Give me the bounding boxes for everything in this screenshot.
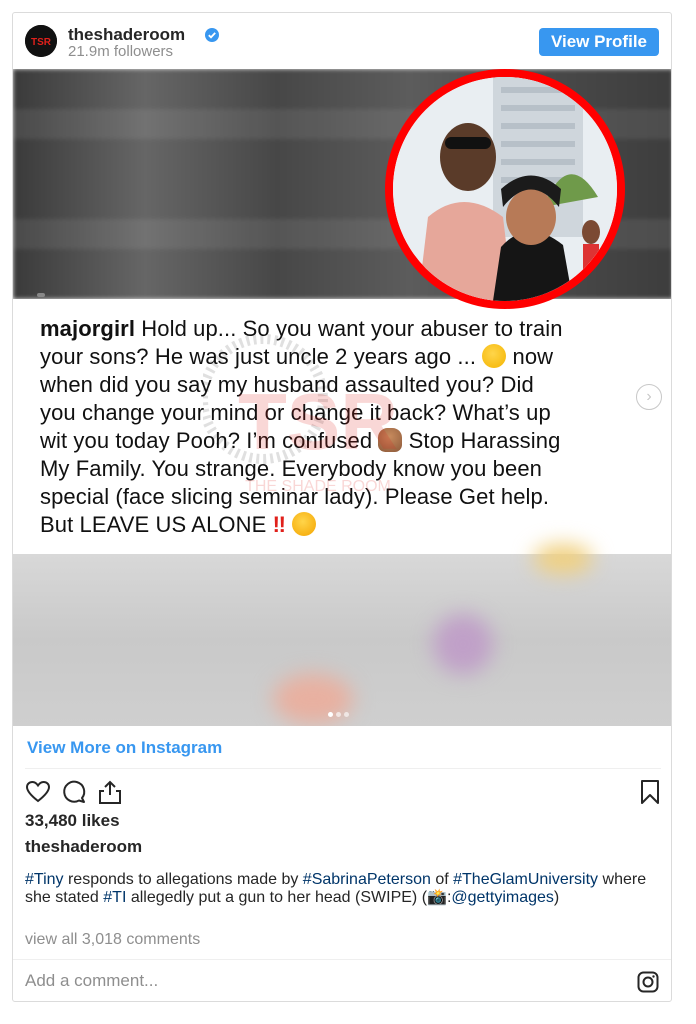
hashtag-link[interactable]: #TheGlamUniversity xyxy=(453,871,598,888)
view-more-link[interactable]: View More on Instagram xyxy=(27,738,222,758)
comment-line-8: But LEAVE US ALONE xyxy=(40,512,267,537)
post-media-carousel[interactable]: majorgirl Hold up... So you want your ab… xyxy=(13,69,671,726)
divider xyxy=(25,768,661,769)
comment-line-1: Hold up... So you want your abuser to tr… xyxy=(141,316,563,341)
avatar[interactable]: TSR xyxy=(25,25,57,57)
carousel-indicator xyxy=(328,704,352,717)
caption-username[interactable]: theshaderoom xyxy=(25,837,142,857)
caption-text-segment: of xyxy=(430,871,454,888)
kiss-face-icon xyxy=(292,512,317,536)
username-link[interactable]: theshaderoom xyxy=(68,25,185,45)
next-slide-button[interactable]: › xyxy=(636,384,662,410)
caption-text-segment: responds to allegations made by xyxy=(63,871,303,888)
action-bar xyxy=(25,779,661,805)
screenshot-comment-text: majorgirl Hold up... So you want your ab… xyxy=(40,315,655,539)
circle-inset-photo xyxy=(385,69,625,309)
thinking-face-icon xyxy=(482,344,507,368)
comment-line-4: you change your mind or change it back? … xyxy=(40,400,551,425)
carousel-dot xyxy=(344,712,349,717)
comment-line-5: wit you today Pooh? I’m confused xyxy=(40,428,373,453)
view-profile-button[interactable]: View Profile xyxy=(538,28,659,56)
caption-text-segment: ) xyxy=(553,889,560,906)
cropped-text-fragment xyxy=(37,293,45,297)
hashtag-link[interactable]: #Tiny xyxy=(25,871,64,888)
hashtag-link[interactable]: #TI xyxy=(103,889,126,906)
comment-bar: Add a comment... xyxy=(13,959,671,1001)
comment-line-5b: Stop Harassing xyxy=(408,428,561,453)
carousel-dot xyxy=(336,712,341,717)
like-count: 33,480 likes xyxy=(25,811,120,830)
instagram-icon[interactable] xyxy=(637,971,659,993)
comment-line-3: when did you say my husband assaulted yo… xyxy=(40,372,534,397)
share-icon[interactable] xyxy=(97,779,123,805)
blurred-photo-bottom xyxy=(13,544,671,726)
carousel-dot xyxy=(328,712,333,717)
post-header: TSR theshaderoom 21.9m followers View Pr… xyxy=(13,13,671,69)
avatar-logo-text: TSR xyxy=(31,37,52,48)
comment-line-6: My Family. You strange. Everybody know y… xyxy=(40,456,542,481)
comment-line-2b: now xyxy=(512,344,554,369)
comment-screenshot: majorgirl Hold up... So you want your ab… xyxy=(13,293,671,554)
comment-line-2: your sons? He was just uncle 2 years ago… xyxy=(40,344,477,369)
follower-count: 21.9m followers xyxy=(68,43,174,60)
caption-text-segment: allegedly put a gun to her head (SWIPE) … xyxy=(126,889,452,906)
view-all-comments-link[interactable]: view all 3,018 comments xyxy=(25,931,200,949)
caption-text: #Tiny responds to allegations made by #S… xyxy=(25,871,650,907)
comment-icon[interactable] xyxy=(61,779,87,805)
add-comment-input[interactable]: Add a comment... xyxy=(25,971,158,991)
comment-line-7: special (face slicing seminar lady). Ple… xyxy=(40,484,550,509)
heart-icon[interactable] xyxy=(25,779,51,805)
verified-icon xyxy=(205,28,219,42)
shrug-emoji-icon xyxy=(378,428,403,452)
hashtag-link[interactable]: #SabrinaPeterson xyxy=(303,871,431,888)
double-exclamation-icon: ‼ xyxy=(272,512,286,537)
couple-photo-image xyxy=(393,77,617,301)
bookmark-icon[interactable] xyxy=(637,779,663,805)
comment-author: majorgirl xyxy=(40,316,136,341)
mention-link[interactable]: @gettyimages xyxy=(451,889,554,906)
instagram-embed-card: TSR theshaderoom 21.9m followers View Pr… xyxy=(12,12,672,1002)
